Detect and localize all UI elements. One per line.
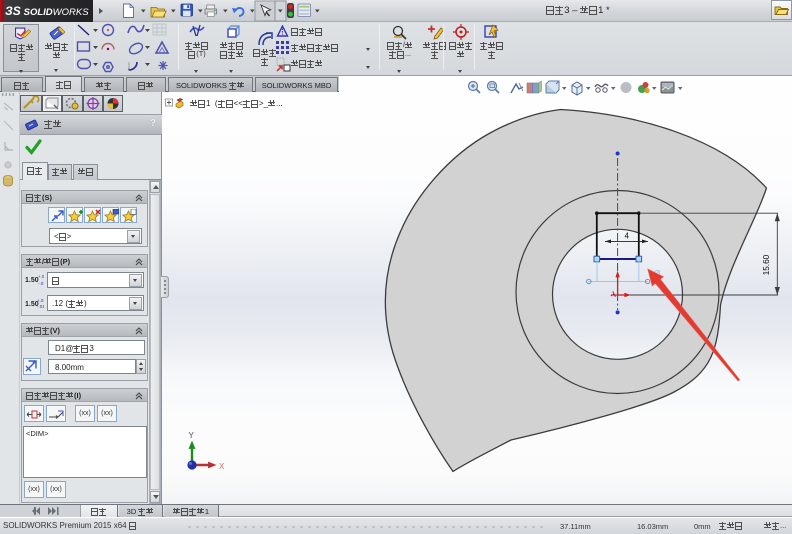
svg-text:-.01: -.01 — [37, 304, 44, 309]
svg-text:-.01: -.01 — [38, 281, 44, 286]
svg-text:+.01: +.01 — [37, 298, 44, 303]
svg-text:15.60: 15.60 — [762, 254, 771, 275]
svg-text:Y: Y — [189, 431, 195, 440]
svg-text:X: X — [219, 462, 225, 471]
svg-text:1.50: 1.50 — [25, 277, 39, 284]
svg-text:+.01: +.01 — [38, 274, 44, 279]
svg-text:4: 4 — [625, 232, 630, 241]
